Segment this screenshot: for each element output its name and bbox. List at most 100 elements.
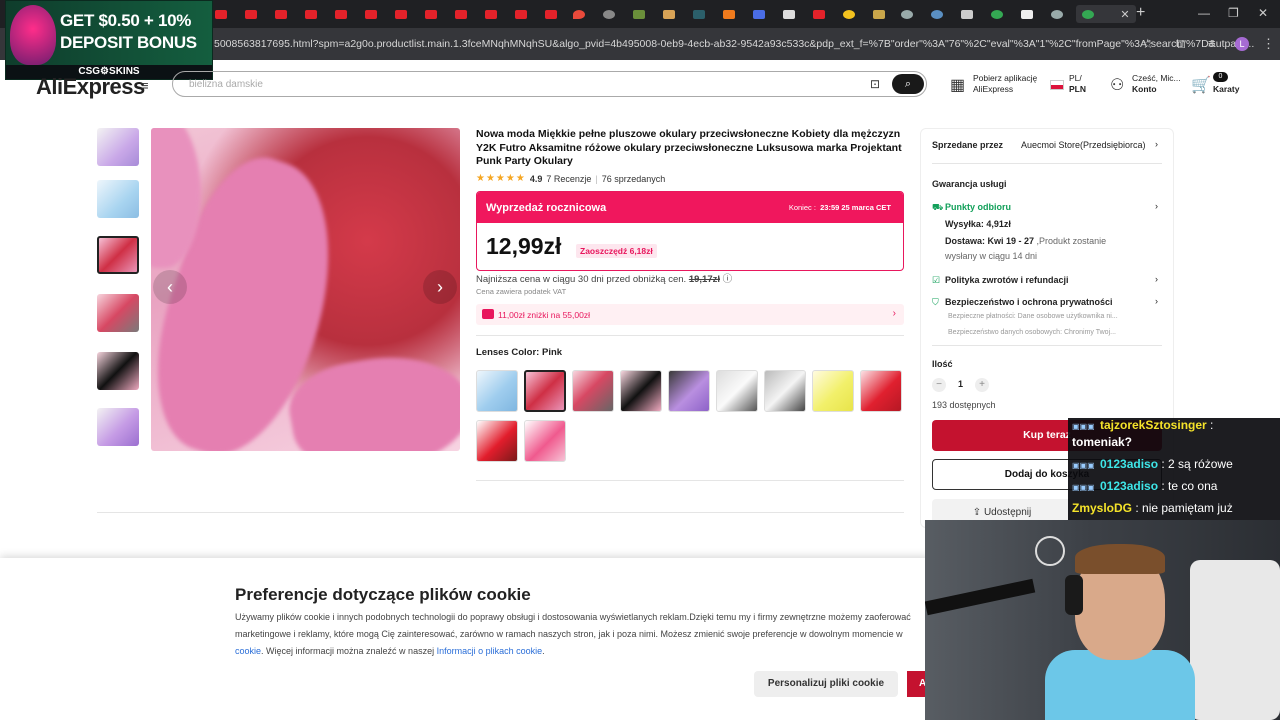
product-thumbnail[interactable]	[97, 408, 139, 446]
tab-site[interactable]	[838, 5, 860, 23]
quantity-value[interactable]: 1	[958, 379, 963, 389]
tab-youtube[interactable]	[240, 5, 262, 23]
previous-image-arrow[interactable]: ‹	[153, 270, 187, 304]
bookmark-star-icon[interactable]: ☆	[1142, 36, 1154, 52]
tab-active-aliexpress[interactable]: ✕	[1076, 5, 1136, 23]
color-swatch-white[interactable]	[716, 370, 758, 412]
search-button[interactable]: ⌕	[892, 74, 924, 94]
personalize-cookies-button[interactable]: Personalizuj pliki cookie	[754, 671, 898, 697]
chevron-right-icon: ›	[1155, 139, 1158, 149]
seller-name-link[interactable]: Auecmoi Store(Przedsiębiorca)	[1021, 140, 1146, 150]
search-bar[interactable]: bielizna damskie ⊡ ⌕	[172, 71, 927, 97]
tab-site[interactable]	[748, 5, 770, 23]
tab-site[interactable]	[688, 5, 710, 23]
cart-icon[interactable]: 🛒	[1191, 75, 1211, 95]
more-menu-icon[interactable]: ⋮	[1262, 36, 1275, 52]
tab-youtube[interactable]	[390, 5, 412, 23]
qr-code-icon[interactable]: ▦	[950, 75, 965, 95]
color-swatch-blue[interactable]	[476, 370, 518, 412]
tab-maps[interactable]	[568, 5, 590, 23]
price-box: Wyprzedaż rocznicowa Koniec : 23:59 25 m…	[476, 191, 904, 271]
account-menu[interactable]: Cześć, Mic... Konto	[1132, 73, 1181, 95]
tab-youtube[interactable]	[270, 5, 292, 23]
product-thumbnail[interactable]	[97, 352, 139, 390]
product-thumbnail[interactable]	[97, 294, 139, 332]
tab-site[interactable]	[778, 5, 800, 23]
product-thumbnail[interactable]	[97, 128, 139, 166]
available-stock: 193 dostępnych	[932, 400, 996, 410]
tab-youtube[interactable]	[480, 5, 502, 23]
tab-x[interactable]	[1016, 5, 1038, 23]
coupon-bar[interactable]: 11,00zł zniżki na 55,00zł ›	[476, 304, 904, 325]
category-menu-icon[interactable]: ≡	[141, 78, 149, 93]
cart-label[interactable]: Karaty	[1213, 84, 1239, 95]
tab-site[interactable]	[956, 5, 978, 23]
profile-avatar[interactable]: L	[1235, 37, 1249, 51]
coupon-text: 11,00zł zniżki na 55,00zł	[498, 310, 590, 320]
quantity-increase-button[interactable]: +	[975, 378, 989, 392]
cookie-settings-link[interactable]: cookie	[235, 646, 261, 656]
close-tab-icon[interactable]: ✕	[1120, 8, 1129, 21]
tab-steam[interactable]	[926, 5, 948, 23]
tab-youtube[interactable]	[808, 5, 830, 23]
new-tab-button[interactable]: +	[1136, 4, 1145, 22]
chat-username: tajzorekSztosinger	[1100, 418, 1207, 432]
close-window-icon[interactable]: ✕	[1258, 6, 1268, 20]
maximize-icon[interactable]: ❐	[1228, 6, 1239, 20]
reviews-link[interactable]: 7 Recenzje	[546, 174, 591, 184]
chat-text: : 2 są różowe	[1158, 457, 1233, 471]
tab-site[interactable]	[868, 5, 890, 23]
tab-youtube[interactable]	[540, 5, 562, 23]
color-swatch-red[interactable]	[860, 370, 902, 412]
color-swatch-purple[interactable]	[668, 370, 710, 412]
tab-youtube[interactable]	[210, 5, 232, 23]
lowest-price-note: Najniższa cena w ciągu 30 dni przed obni…	[476, 271, 732, 285]
image-search-icon[interactable]: ⊡	[870, 77, 880, 91]
account-label: Konto	[1132, 84, 1157, 94]
next-image-arrow[interactable]: ›	[423, 270, 457, 304]
quantity-decrease-button[interactable]: −	[932, 378, 946, 392]
currency-code: PLN	[1069, 84, 1086, 94]
security-privacy-link[interactable]: Bezpieczeństwo i ochrona prywatności	[945, 297, 1113, 307]
color-swatch-grey[interactable]	[764, 370, 806, 412]
color-swatch-black[interactable]	[620, 370, 662, 412]
cookie-body: Używamy plików cookie i innych podobnych…	[235, 612, 911, 639]
cookie-policy-link[interactable]: Informacji o plikach cookie	[437, 646, 543, 656]
color-swatch-pink-selected[interactable]	[524, 370, 566, 412]
tab-site[interactable]	[658, 5, 680, 23]
color-swatch-hot-pink[interactable]	[524, 420, 566, 462]
user-icon[interactable]: ⚇	[1110, 75, 1124, 95]
tab-site[interactable]	[628, 5, 650, 23]
color-swatch-leopard[interactable]	[572, 370, 614, 412]
color-swatch-red-dark[interactable]	[476, 420, 518, 462]
tab-youtube[interactable]	[450, 5, 472, 23]
tab-youtube[interactable]	[360, 5, 382, 23]
color-swatch-yellow[interactable]	[812, 370, 854, 412]
product-thumbnail[interactable]	[97, 180, 139, 218]
tab-youtube[interactable]	[510, 5, 532, 23]
download-app-link[interactable]: Pobierz aplikację AliExpress	[973, 73, 1037, 95]
truck-icon: ⛟	[932, 202, 944, 212]
returns-policy-link[interactable]: Polityka zwrotów i refundacji	[945, 275, 1069, 285]
tab-site[interactable]	[896, 5, 918, 23]
aliexpress-logo[interactable]: AliExpress	[36, 74, 145, 100]
tab-site[interactable]	[718, 5, 740, 23]
playlist-icon[interactable]: ≡	[1208, 36, 1216, 51]
tab-youtube[interactable]	[420, 5, 442, 23]
pickup-points-link[interactable]: Punkty odbioru	[945, 202, 1011, 212]
product-thumbnail-selected[interactable]	[97, 236, 139, 274]
language-currency-selector[interactable]: PL/ PLN	[1069, 73, 1086, 95]
app-line1: Pobierz aplikację	[973, 73, 1038, 83]
url-field[interactable]: 5008563817695.html?spm=a2g0o.productlist…	[214, 38, 1254, 50]
minimize-icon[interactable]: —	[1198, 6, 1210, 20]
tab-youtube[interactable]	[300, 5, 322, 23]
coupon-icon	[482, 309, 494, 319]
tab-google[interactable]	[986, 5, 1008, 23]
main-product-image[interactable]	[151, 128, 460, 451]
info-icon[interactable]: ⓘ	[723, 274, 733, 285]
tab-youtube[interactable]	[330, 5, 352, 23]
tab-site[interactable]	[1046, 5, 1068, 23]
tab-site[interactable]	[598, 5, 620, 23]
search-input[interactable]: bielizna damskie	[189, 79, 263, 90]
extensions-icon[interactable]: ⧉	[1176, 36, 1185, 52]
